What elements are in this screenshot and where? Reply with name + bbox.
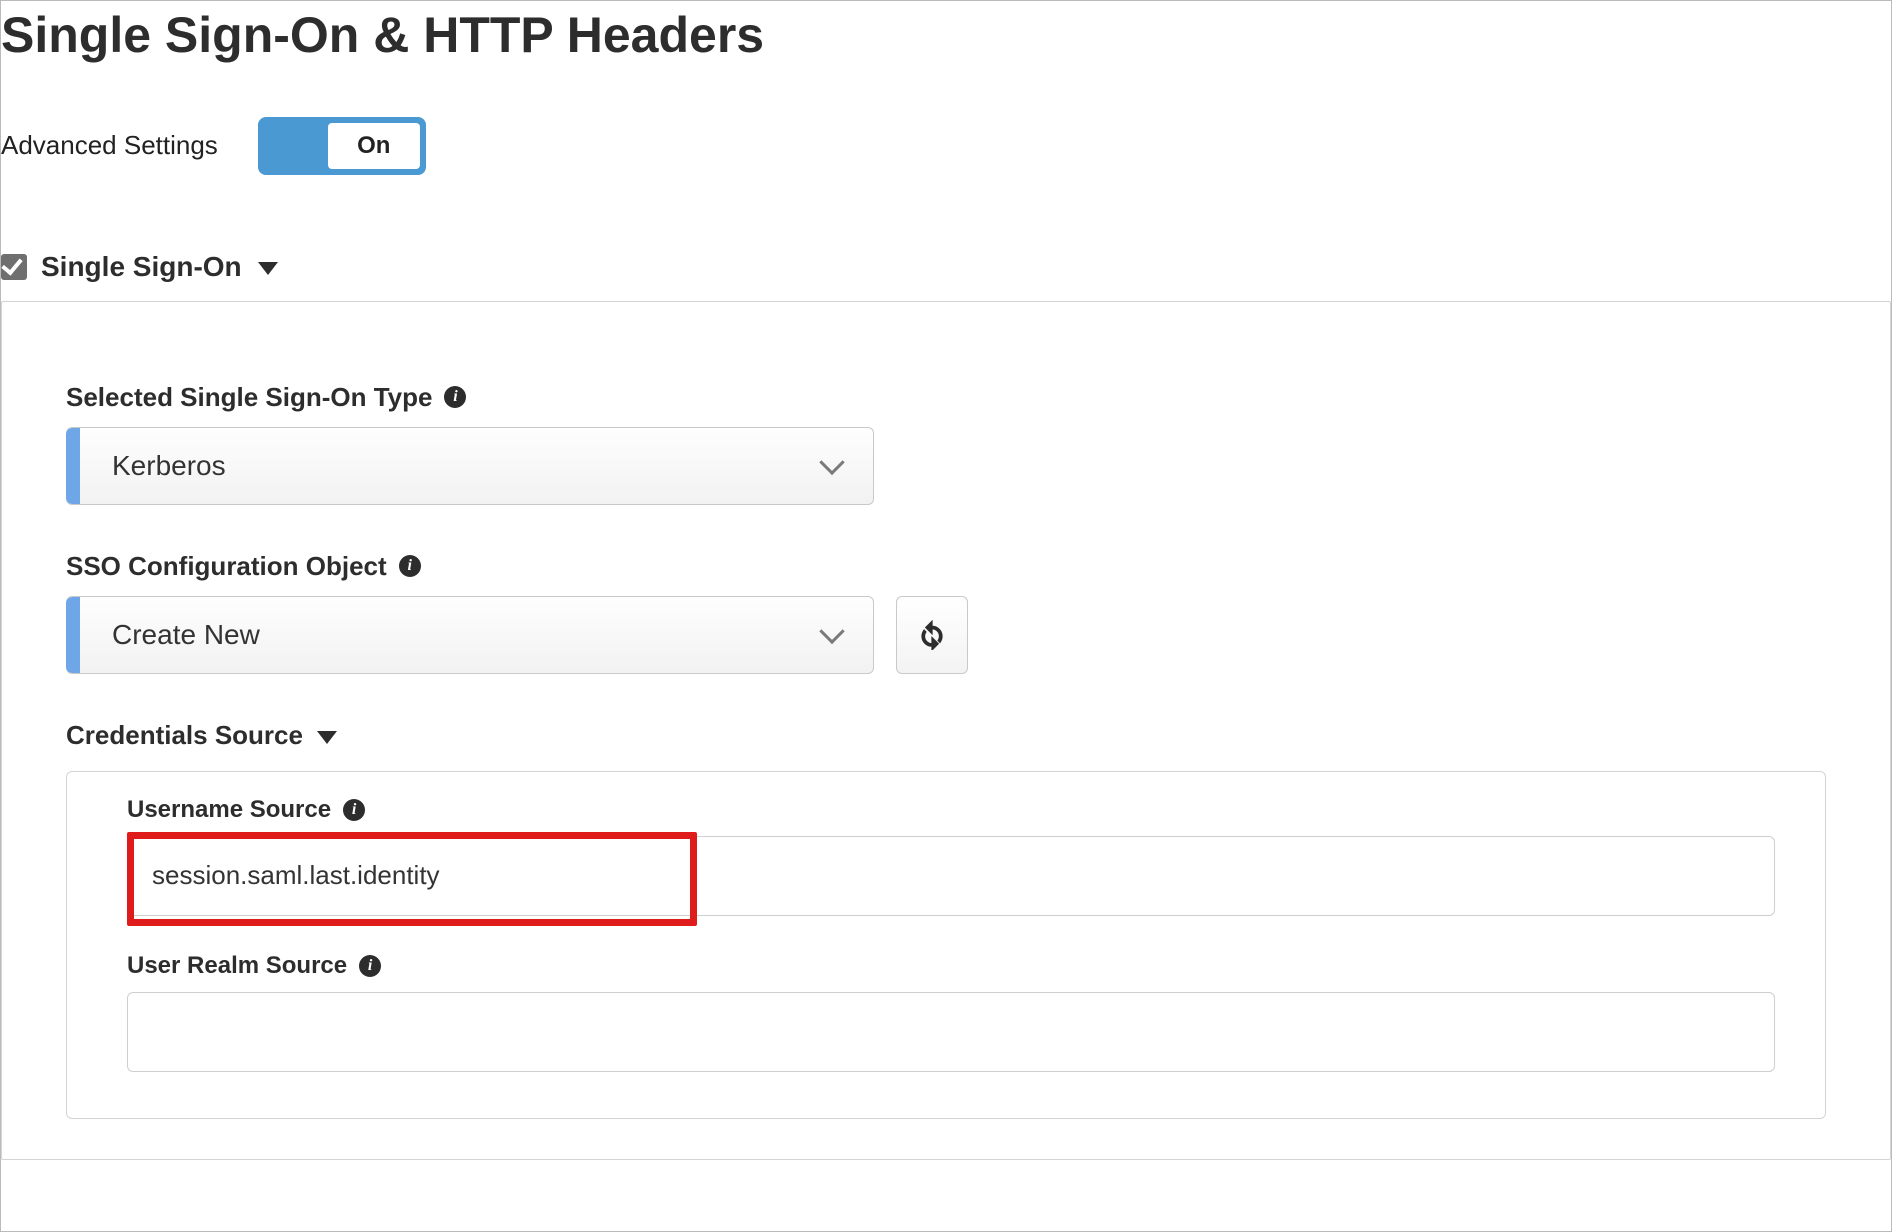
- advanced-settings-toggle[interactable]: On: [258, 117, 426, 175]
- refresh-icon: [917, 620, 947, 650]
- caret-down-icon: [258, 262, 278, 275]
- toggle-state-text: On: [357, 132, 390, 160]
- credentials-panel: Username Source i User Realm Source i: [66, 771, 1826, 1119]
- chevron-down-icon: [819, 618, 844, 643]
- sso-type-field: Selected Single Sign-On Type i Kerberos: [66, 382, 1826, 505]
- sso-config-select[interactable]: Create New: [66, 596, 874, 674]
- advanced-settings-label: Advanced Settings: [1, 130, 218, 161]
- sso-section-header[interactable]: Single Sign-On: [1, 251, 1891, 283]
- username-source-label: Username Source i: [127, 796, 1775, 824]
- info-icon[interactable]: i: [399, 555, 421, 577]
- credentials-source-title: Credentials Source: [66, 720, 303, 751]
- username-source-label-text: Username Source: [127, 796, 331, 824]
- info-icon[interactable]: i: [444, 386, 466, 408]
- chevron-down-icon: [819, 449, 844, 474]
- username-source-field: Username Source i: [127, 796, 1775, 916]
- user-realm-source-input[interactable]: [127, 992, 1775, 1072]
- sso-checkbox[interactable]: [1, 254, 27, 280]
- sso-config-label: SSO Configuration Object i: [66, 551, 1826, 582]
- advanced-settings-row: Advanced Settings On: [1, 117, 1891, 175]
- sso-panel: Selected Single Sign-On Type i Kerberos …: [1, 301, 1891, 1160]
- toggle-knob: On: [328, 123, 420, 169]
- username-source-input[interactable]: [127, 836, 1775, 916]
- user-realm-source-label-text: User Realm Source: [127, 952, 347, 980]
- sso-config-field: SSO Configuration Object i Create New: [66, 551, 1826, 674]
- sso-type-label-text: Selected Single Sign-On Type: [66, 382, 432, 413]
- info-icon[interactable]: i: [359, 955, 381, 977]
- sso-type-select[interactable]: Kerberos: [66, 427, 874, 505]
- credentials-source-header[interactable]: Credentials Source: [66, 720, 1826, 751]
- sso-type-value: Kerberos: [112, 450, 226, 482]
- select-accent: [66, 428, 80, 504]
- sso-config-label-text: SSO Configuration Object: [66, 551, 387, 582]
- sso-config-value: Create New: [112, 619, 260, 651]
- sso-section-title: Single Sign-On: [41, 251, 242, 283]
- page-title: Single Sign-On & HTTP Headers: [1, 1, 1891, 65]
- caret-down-icon: [317, 731, 337, 744]
- select-accent: [66, 597, 80, 673]
- info-icon[interactable]: i: [343, 799, 365, 821]
- sso-type-label: Selected Single Sign-On Type i: [66, 382, 1826, 413]
- refresh-button[interactable]: [896, 596, 968, 674]
- user-realm-source-field: User Realm Source i: [127, 952, 1775, 1072]
- user-realm-source-label: User Realm Source i: [127, 952, 1775, 980]
